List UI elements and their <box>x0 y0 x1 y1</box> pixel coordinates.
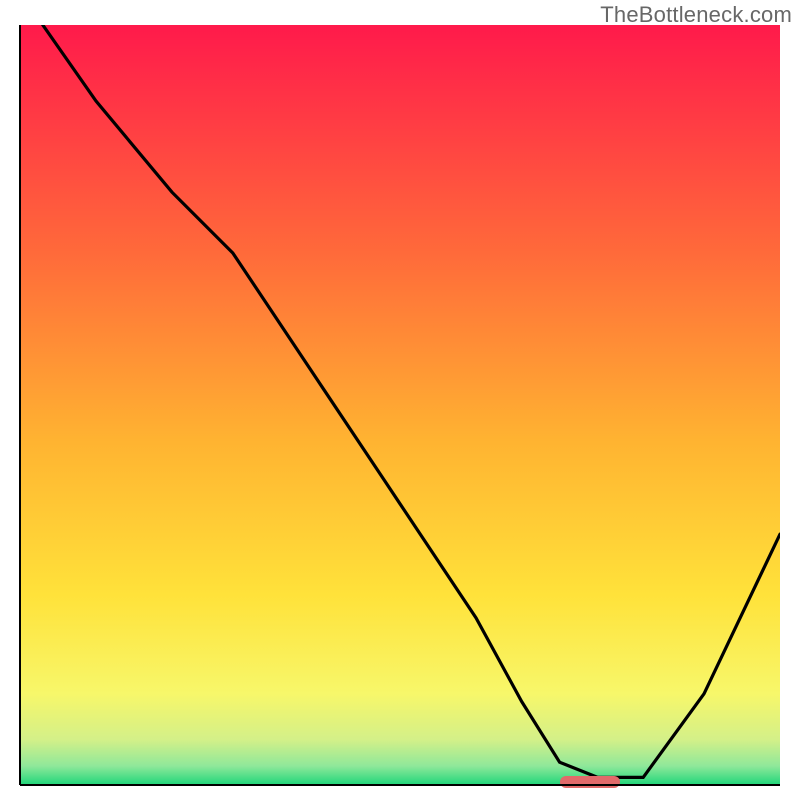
y-axis <box>19 25 21 785</box>
bottleneck-curve <box>20 25 780 785</box>
minimum-marker <box>560 776 621 788</box>
chart-container: TheBottleneck.com <box>0 0 800 800</box>
plot-area <box>20 25 780 785</box>
x-axis <box>20 784 780 786</box>
